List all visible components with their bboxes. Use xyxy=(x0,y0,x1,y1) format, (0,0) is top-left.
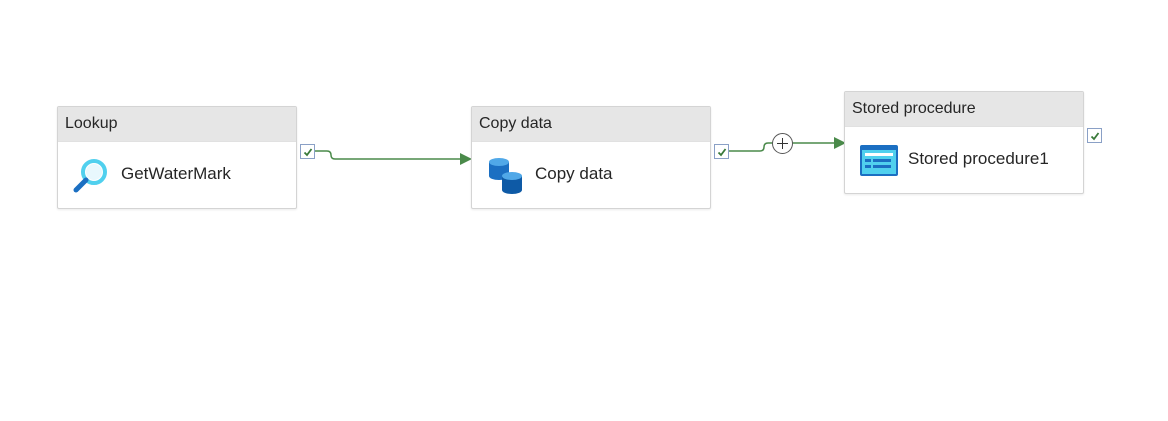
checkmark-icon xyxy=(303,148,313,157)
success-output-checkbox-copy[interactable] xyxy=(714,144,729,159)
activity-lookup[interactable]: Lookup GetWaterMark xyxy=(57,106,297,209)
activity-name: GetWaterMark xyxy=(121,164,231,183)
success-output-checkbox-lookup[interactable] xyxy=(300,144,315,159)
activity-name: Stored procedure1 xyxy=(908,149,1049,168)
pipeline-canvas[interactable]: Lookup GetWaterMark Copy data Copy data … xyxy=(0,0,1168,421)
copy-data-icon xyxy=(486,156,526,196)
activity-stored-procedure[interactable]: Stored procedure Stored procedure1 xyxy=(844,91,1084,194)
activity-type-label: Lookup xyxy=(58,107,296,142)
checkmark-icon xyxy=(717,148,727,157)
connector-layer xyxy=(315,137,846,165)
activity-name: Copy data xyxy=(535,164,613,183)
add-activity-button[interactable] xyxy=(772,133,793,154)
success-output-checkbox-stored-procedure[interactable] xyxy=(1087,128,1102,143)
activity-type-label: Copy data xyxy=(472,107,710,142)
stored-procedure-icon xyxy=(859,141,899,181)
activity-type-label: Stored procedure xyxy=(845,92,1083,127)
success-connector-lookup-to-copy[interactable] xyxy=(315,150,460,160)
lookup-magnifier-icon xyxy=(72,156,112,196)
checkmark-icon xyxy=(1090,132,1100,141)
activity-copy-data[interactable]: Copy data Copy data xyxy=(471,106,711,209)
